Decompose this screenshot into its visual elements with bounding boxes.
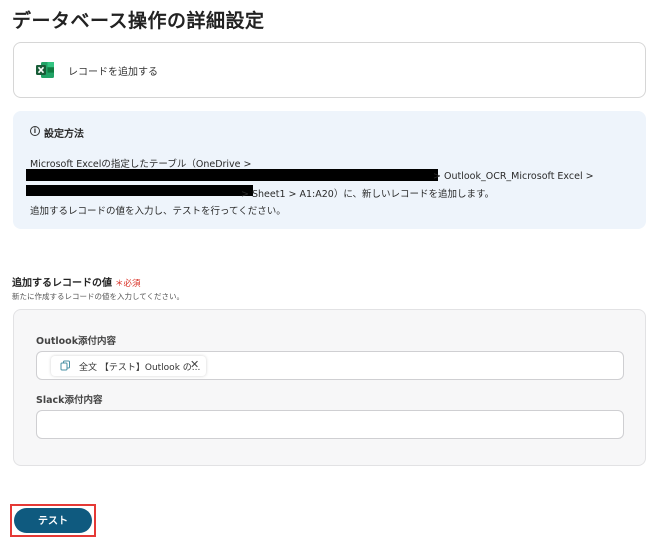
excel-icon (36, 62, 54, 78)
info-icon: i (30, 126, 40, 136)
close-icon[interactable]: ✕ (190, 359, 199, 371)
test-button[interactable]: テスト (14, 508, 92, 533)
outlook-field-input[interactable]: 全文 【テスト】Outlook の... ✕ (36, 351, 624, 380)
info-line-1: Microsoft Excelの指定したテーブル（OneDrive > (30, 159, 252, 170)
redacted-block (26, 185, 253, 196)
copy-icon (60, 360, 70, 371)
record-values-label-text: 追加するレコードの値 (12, 278, 112, 289)
action-card[interactable]: レコードを追加する (13, 42, 646, 98)
redacted-block (26, 169, 438, 181)
record-values-card: Outlook添付内容 全文 【テスト】Outlook の... ✕ Slack… (13, 309, 646, 466)
info-box: i 設定方法 Microsoft Excelの指定したテーブル（OneDrive… (13, 111, 646, 229)
record-values-label: 追加するレコードの値 ＊必須 (12, 274, 141, 289)
outlook-field-label: Outlook添付内容 (36, 336, 117, 347)
detail-settings-page: データベース操作の詳細設定 レコードを追加する i 設定方法 Microsoft… (0, 0, 661, 538)
slack-field-label: Slack添付内容 (36, 395, 103, 406)
record-values-description: 新たに作成するレコードの値を入力してください。 (12, 292, 185, 301)
info-line-4: 追加するレコードの値を入力し、テストを行ってください。 (30, 206, 286, 217)
required-badge: ＊必須 (115, 279, 141, 289)
action-label: レコードを追加する (68, 67, 158, 78)
info-title: 設定方法 (44, 129, 84, 140)
info-line-3: > Sheet1 > A1:A20）に、新しいレコードを追加します。 (241, 189, 495, 200)
page-title: データベース操作の詳細設定 (12, 10, 265, 32)
slack-field-input[interactable] (36, 410, 624, 439)
info-line-2: > Outlook_OCR_Microsoft Excel > (433, 171, 594, 182)
variable-chip[interactable]: 全文 【テスト】Outlook の... ✕ (51, 356, 206, 376)
chip-label: 全文 【テスト】Outlook の... (79, 363, 201, 373)
